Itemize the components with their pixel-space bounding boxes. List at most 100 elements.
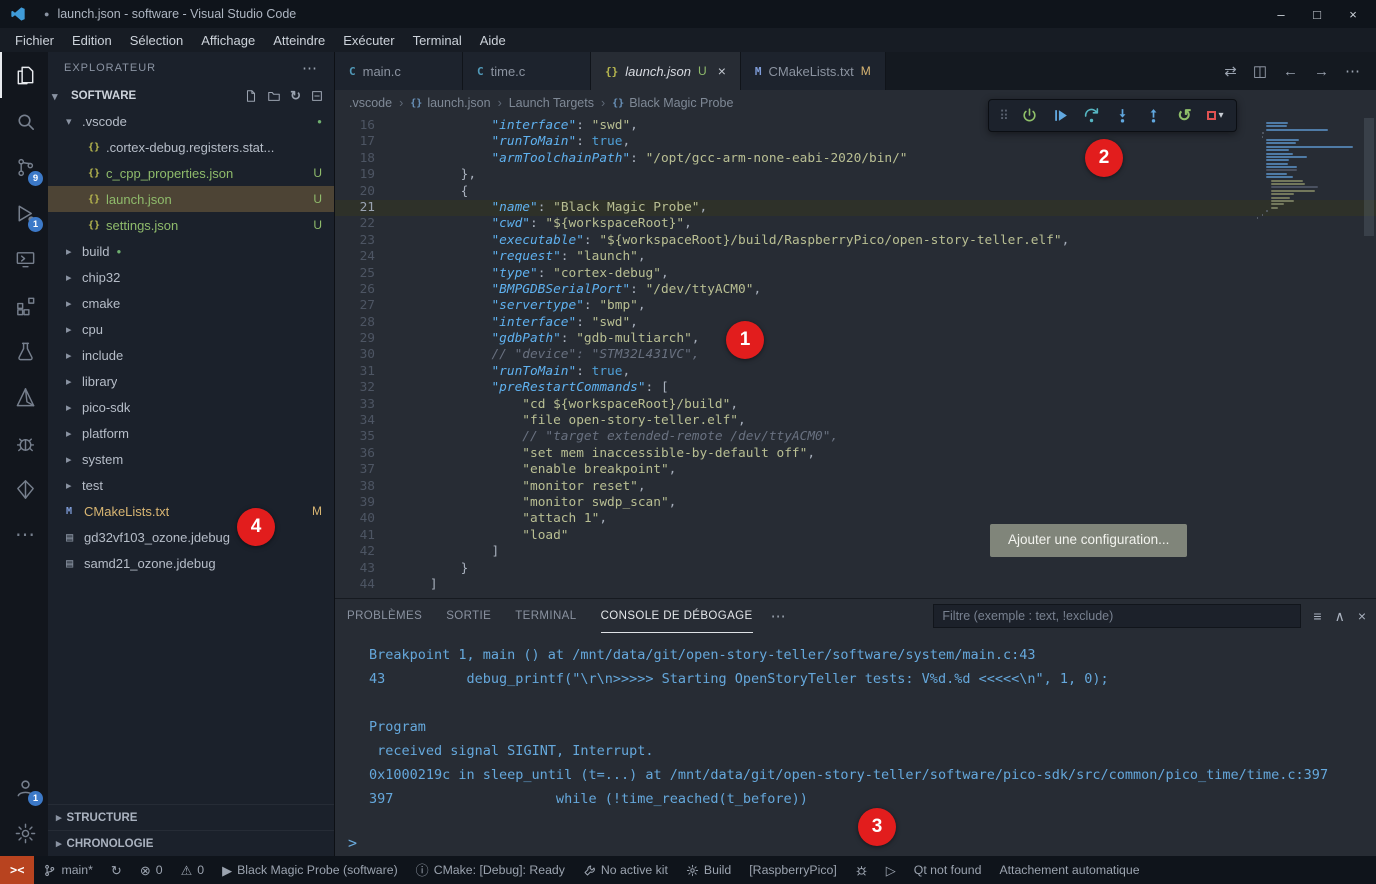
activity-test-beaker[interactable] [0,328,48,374]
split-editor-button[interactable]: ◫ [1253,62,1267,80]
code-line-42[interactable]: 42 ] [335,544,1376,560]
editor-scrollbar[interactable] [1362,116,1376,598]
close-icon[interactable]: × [718,63,726,79]
close-button[interactable]: × [1338,2,1368,26]
code-line-36[interactable]: 36 "set mem inaccessible-by-default off"… [335,446,1376,462]
explorer-more-icon[interactable]: ⋯ [302,59,318,77]
tree-item-build[interactable]: ▸build● [48,238,334,264]
panel-tab-terminal[interactable]: TERMINAL [515,599,576,633]
breadcrumb-item-black-magic-probe[interactable]: {}Black Magic Probe [612,96,733,110]
code-line-20[interactable]: 20 { [335,184,1376,200]
remote-indicator[interactable]: >< [0,856,34,884]
code-line-39[interactable]: 39 "monitor swdp_scan", [335,495,1376,511]
code-line-30[interactable]: 30 // "device": "STM32L431VC", [335,347,1376,363]
activity-run-debug[interactable]: 1 [0,190,48,236]
menu-aide[interactable]: Aide [471,33,515,48]
code-line-35[interactable]: 35 // "target extended-remote /dev/ttyAC… [335,429,1376,445]
activity-files[interactable] [0,52,48,98]
status-black-magic-probe-software[interactable]: ▶Black Magic Probe (software) [213,856,407,884]
breadcrumb-item-vscode[interactable]: .vscode [349,96,392,110]
back-button[interactable]: ← [1283,63,1298,80]
workspace-section-header[interactable]: ▾ SOFTWARE ↻ [48,84,334,108]
status-no-active-kit[interactable]: No active kit [574,856,677,884]
status-0[interactable]: ⊗0 [131,856,172,884]
status-cmake-debug-ready[interactable]: ⓘCMake: [Debug]: Ready [407,856,574,884]
code-line-41[interactable]: 41 "load" [335,528,1376,544]
tree-item-chip32[interactable]: ▸chip32 [48,264,334,290]
refresh-button[interactable]: ↻ [290,89,301,103]
tab-launch-json[interactable]: {}launch.jsonU× [591,52,741,90]
scrollbar-thumb[interactable] [1364,118,1374,236]
menu-affichage[interactable]: Affichage [192,33,264,48]
status-qt-not-found[interactable]: Qt not found [905,856,991,884]
debug-console-output[interactable]: Breakpoint 1, main () at /mnt/data/git/o… [335,633,1376,830]
code-line-19[interactable]: 19 }, [335,167,1376,183]
tab-time-c[interactable]: Ctime.c [463,52,591,90]
tab-cmakelists-txt[interactable]: MCMakeLists.txtM [741,52,886,90]
tree-item-cortex-debug-registers-stat[interactable]: {}.cortex-debug.registers.stat... [48,134,334,160]
debug-step-into-button[interactable] [1107,102,1138,130]
forward-button[interactable]: → [1314,63,1329,80]
breadcrumb-item-launch-json[interactable]: {}launch.json [410,96,490,110]
code-line-17[interactable]: 17 "runToMain": true, [335,134,1376,150]
filter-lines-icon[interactable]: ≡ [1313,608,1321,624]
tree-item-system[interactable]: ▸system [48,446,334,472]
activity-source-control[interactable]: 9 [0,144,48,190]
status-raspberrypico[interactable]: [RaspberryPico] [740,856,845,884]
outline-section[interactable]: ▸ STRUCTURE [48,804,334,830]
maximize-button[interactable]: □ [1302,2,1332,26]
code-line-40[interactable]: 40 "attach 1", [335,511,1376,527]
code-line-24[interactable]: 24 "request": "launch", [335,249,1376,265]
code-line-44[interactable]: 44 ] [335,577,1376,593]
status-main[interactable]: main* [34,856,101,884]
status-attachement-automatique[interactable]: Attachement automatique [990,856,1148,884]
panel-tab-probl-mes[interactable]: PROBLÈMES [347,599,422,633]
tree-item-vscode[interactable]: ▾.vscode● [48,108,334,134]
code-line-37[interactable]: 37 "enable breakpoint", [335,462,1376,478]
activity-settings-gear[interactable] [0,810,48,856]
tree-item-launch-json[interactable]: {}launch.jsonU [48,186,334,212]
breadcrumb-item-launch-targets[interactable]: Launch Targets [509,96,594,110]
panel-tab-console-de-d-bogage[interactable]: CONSOLE DE DÉBOGAGE [601,599,753,633]
activity-extensions[interactable] [0,282,48,328]
tree-item-library[interactable]: ▸library [48,368,334,394]
code-line-22[interactable]: 22 "cwd": "${workspaceRoot}", [335,216,1376,232]
activity-bug-tool[interactable] [0,420,48,466]
code-editor[interactable]: 16 "interface": "swd",17 "runToMain": tr… [335,116,1376,598]
code-line-25[interactable]: 25 "type": "cortex-debug", [335,266,1376,282]
activity-more[interactable]: ⋯ [0,512,48,558]
tree-item-test[interactable]: ▸test [48,472,334,498]
debug-console-input[interactable]: > [335,830,1376,856]
more-actions-button[interactable]: ⋯ [1345,62,1360,80]
collapse-panel-icon[interactable]: ∧ [1335,608,1345,625]
code-line-23[interactable]: 23 "executable": "${workspaceRoot}/build… [335,233,1376,249]
tree-item-c-cpp-properties-json[interactable]: {}c_cpp_properties.jsonU [48,160,334,186]
minimap[interactable] [1252,116,1362,598]
menu-fichier[interactable]: Fichier [6,33,63,48]
activity-remote-monitor[interactable] [0,236,48,282]
status-bug[interactable] [846,856,877,884]
code-line-26[interactable]: 26 "BMPGDBSerialPort": "/dev/ttyACM0", [335,282,1376,298]
add-configuration-button[interactable]: Ajouter une configuration... [990,524,1187,557]
new-file-button[interactable] [244,89,258,103]
activity-memory-kite[interactable] [0,466,48,512]
debug-step-out-button[interactable] [1138,102,1169,130]
code-line-21[interactable]: 21 "name": "Black Magic Probe", [335,200,1376,216]
code-line-33[interactable]: 33 "cd ${workspaceRoot}/build", [335,397,1376,413]
tree-item-cmake[interactable]: ▸cmake [48,290,334,316]
minimize-button[interactable]: – [1266,2,1296,26]
status-build[interactable]: Build [677,856,740,884]
timeline-section[interactable]: ▸ CHRONOLOGIE [48,830,334,856]
menu-edition[interactable]: Edition [63,33,121,48]
code-line-31[interactable]: 31 "runToMain": true, [335,364,1376,380]
tree-item-samd21-ozone-jdebug[interactable]: ▤samd21_ozone.jdebug [48,550,334,576]
tab-main-c[interactable]: Cmain.c [335,52,463,90]
code-line-38[interactable]: 38 "monitor reset", [335,479,1376,495]
tree-item-settings-json[interactable]: {}settings.jsonU [48,212,334,238]
collapse-all-button[interactable] [310,89,324,103]
activity-search[interactable] [0,98,48,144]
debug-stop-button[interactable]: ▾ [1200,102,1231,130]
debug-restart-button[interactable]: ↺ [1169,102,1200,130]
compare-button[interactable]: ⇄ [1224,62,1237,80]
status-0[interactable]: ⚠0 [172,856,214,884]
